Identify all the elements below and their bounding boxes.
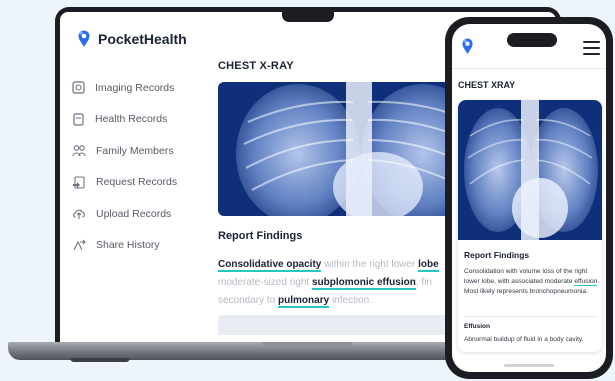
sidebar-item-share-history[interactable]: Share History [72, 230, 202, 262]
sidebar-item-label: Health Records [95, 113, 168, 126]
sidebar-item-label: Upload Records [96, 207, 172, 220]
pockethealth-logo-icon[interactable] [460, 38, 475, 55]
findings-fragment: secondary to [218, 295, 279, 306]
xray-image[interactable] [458, 100, 602, 240]
sidebar-item-request-records[interactable]: Request Records [72, 167, 202, 199]
sidebar-item-upload-records[interactable]: Upload Records [72, 198, 202, 230]
sidebar-item-label: Request Records [96, 176, 178, 189]
upload-icon [73, 209, 85, 220]
share-icon [73, 239, 86, 250]
pockethealth-logo-icon [78, 30, 90, 47]
findings-fragment: , fin [415, 277, 432, 288]
laptop-notch [282, 8, 334, 22]
term-link[interactable]: effusion [574, 278, 598, 286]
findings-fragment: moderate-sized right [218, 277, 312, 288]
term-link[interactable]: subplomonic effusion [311, 277, 416, 290]
card-divider [464, 316, 596, 317]
page-title: CHEST XRAY [458, 80, 516, 90]
document-icon [73, 113, 84, 126]
brand-name: PocketHealth [98, 31, 187, 47]
home-indicator [504, 364, 554, 367]
term-link[interactable]: lobe [418, 259, 439, 272]
phone-screen: CHEST XRAY Report Findings Consolidation… [452, 24, 606, 372]
sidebar-item-label: Family Members [96, 144, 174, 157]
findings-fragment: within the right lower [321, 259, 419, 270]
findings-fragment: infection. [329, 295, 372, 306]
menu-icon[interactable] [583, 41, 600, 59]
imaging-icon [72, 81, 85, 94]
header-divider [452, 68, 606, 69]
sidebar-item-label: Share History [96, 239, 160, 252]
findings-heading: Report Findings [464, 250, 530, 260]
findings-text: Consolidation with volume loss of the ri… [464, 267, 600, 297]
laptop-base-groove [262, 342, 352, 348]
people-icon [72, 145, 86, 157]
term-link[interactable]: Consolidative opacity [218, 259, 322, 272]
sidebar-item-imaging-records[interactable]: Imaging Records [72, 72, 202, 104]
laptop-foot [70, 358, 130, 362]
term-link[interactable]: pulmonary [278, 295, 330, 308]
request-icon [73, 176, 85, 189]
phone-notch [507, 33, 557, 47]
sidebar-item-health-records[interactable]: Health Records [72, 104, 202, 136]
report-card: Report Findings Consolidation with volum… [458, 100, 602, 352]
sidebar-item-label: Imaging Records [95, 81, 175, 94]
sidebar-nav: Imaging Records Health Records Family Me… [72, 72, 202, 261]
term-definition-text: Abnormal buildup of fluid in a body cavi… [464, 336, 584, 343]
brand-logo[interactable]: PocketHealth [76, 30, 187, 48]
findings-fragment: Consolidation with volume loss of the ri… [464, 268, 588, 285]
sidebar-item-family-members[interactable]: Family Members [72, 135, 202, 167]
term-definition-title: Effusion [464, 323, 490, 330]
